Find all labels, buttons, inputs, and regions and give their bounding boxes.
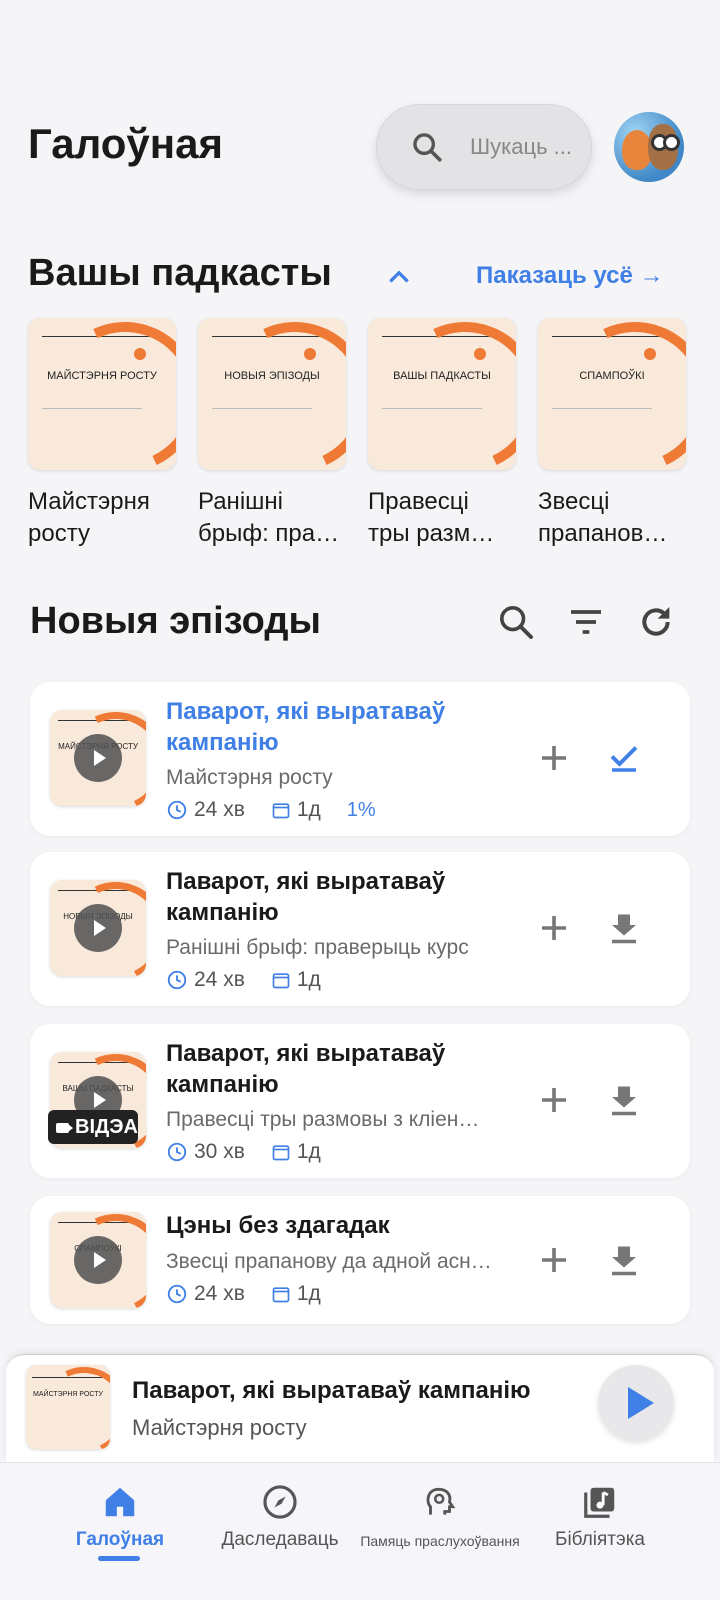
nav-explore-label: Даследаваць [221,1529,339,1550]
refresh-icon[interactable] [636,602,676,642]
episode-podcast: Майстэрня росту [166,766,333,789]
video-badge: ВІДЭА [48,1110,138,1144]
nav-home[interactable]: Галоўная [35,1483,205,1551]
search-placeholder: Шукаць ... [470,134,573,159]
play-button[interactable] [598,1365,674,1441]
owl-icon [648,124,680,170]
calendar-icon [272,1287,290,1303]
calendar-icon [272,1145,290,1161]
filter-icon[interactable] [566,602,606,642]
search-icon[interactable] [496,602,536,642]
podcast-name: Звесці прапанов… [538,488,668,547]
episode-duration: 30 хв [194,1140,245,1163]
calendar-icon [272,803,290,819]
episode-card[interactable]: СПАМПОЎКІ Цэны без здагадак Звесці прапа… [30,1196,690,1324]
podcast-card[interactable]: СПАМПОЎКІ Звесці прапанов… [538,318,688,550]
episode-duration: 24 хв [194,798,245,821]
podcast-cover: СПАМПОЎКІ [538,318,686,470]
podcast-name: Ранішні брыф: пра… [198,488,340,547]
episode-duration: 24 хв [194,968,245,991]
podcasts-section-title: Вашы падкасты [28,252,332,294]
podcast-cover: ВАШЫ ПАДКАСТЫ [368,318,516,470]
nav-library-label: Бібліятэка [554,1529,645,1550]
nav-memory[interactable]: Памяць праслухоўвання [355,1483,525,1549]
video-camera-icon [56,1123,73,1133]
clock-icon [167,1142,187,1162]
episode-podcast: Ранішні брыф: праверыць курс [166,936,469,959]
player-podcast: Майстэрня росту [132,1415,307,1440]
episode-age: 1д [296,1282,321,1305]
chevron-up-icon[interactable] [386,266,412,286]
episode-thumbnail: МАЙСТЭРНЯ РОСТУ [50,710,146,806]
search-icon [413,133,442,162]
episode-title: Паварот, які выратаваў кампанію [166,868,446,926]
player-title: Паварот, які выратаваў кампанію [132,1377,531,1404]
compass-icon [263,1485,297,1519]
episode-age: 1д [296,798,321,821]
play-icon[interactable] [74,904,122,952]
episode-age: 1д [296,968,321,991]
episode-podcast: Звесці прапанову да адной асн… [166,1250,492,1273]
page-title: Галоўная [28,120,223,167]
player-thumbnail: МАЙСТЭРНЯ РОСТУ [26,1365,110,1449]
calendar-icon [272,973,290,989]
episode-meta: 24 хв 1д [166,968,347,992]
play-icon[interactable] [74,734,122,782]
episode-title: Паварот, які выратаваў кампанію [166,698,446,756]
episode-duration: 24 хв [194,1282,245,1305]
show-all-link[interactable]: Паказаць усё → [476,262,664,290]
cover-title: НОВЫЯ ЭПІЗОДЫ [224,370,320,382]
clock-icon [167,800,187,820]
podcasts-row: МАЙСТЭРНЯ РОСТУ Майстэрня росту НОВЫЯ ЭПІ… [28,318,720,558]
podcast-cover: НОВЫЯ ЭПІЗОДЫ [198,318,346,470]
episode-progress: 1% [346,798,376,821]
nav-memory-label: Памяць праслухоўвання [360,1533,520,1549]
download-icon[interactable] [606,910,642,946]
cover-title: СПАМПОЎКІ [579,370,645,382]
podcast-card[interactable]: НОВЫЯ ЭПІЗОДЫ Ранішні брыф: пра… [198,318,348,550]
clock-icon [167,970,187,990]
download-icon[interactable] [606,1242,642,1278]
library-music-icon [584,1487,615,1518]
episode-card[interactable]: ВАШЫ ПАДКАСТЫ ВІДЭА Паварот, які выратав… [30,1024,690,1178]
episode-title: Цэны без здагадак [166,1212,390,1239]
header: Галоўная Шукаць ... [0,100,720,196]
podcast-name: Майстэрня росту [28,488,150,547]
episode-thumbnail: СПАМПОЎКІ [50,1212,146,1308]
add-to-queue-icon[interactable] [536,740,572,776]
episode-thumbnail: НОВЫЯ ЭПІЗОДЫ [50,880,146,976]
episode-meta: 30 хв 1д [166,1140,347,1164]
bottom-nav: Галоўная Даследаваць Памяць праслухоўван… [0,1462,720,1600]
nav-explore[interactable]: Даследаваць [195,1483,365,1551]
episode-meta: 24 хв 1д 1% [166,798,376,822]
episode-card[interactable]: МАЙСТЭРНЯ РОСТУ Паварот, які выратаваўка… [30,682,690,836]
podcast-card[interactable]: ВАШЫ ПАДКАСТЫ Правесці тры разм… [368,318,518,550]
clock-icon [167,1284,187,1304]
check-icon[interactable] [606,740,642,776]
podcast-card[interactable]: МАЙСТЭРНЯ РОСТУ Майстэрня росту [28,318,178,550]
nav-active-indicator [98,1556,140,1561]
podcast-name: Правесці тры разм… [368,488,495,547]
add-to-queue-icon[interactable] [536,910,572,946]
download-icon[interactable] [606,1082,642,1118]
add-to-queue-icon[interactable] [536,1082,572,1118]
episode-meta: 24 хв 1д [166,1282,347,1306]
home-icon [105,1487,135,1517]
cover-title: ВАШЫ ПАДКАСТЫ [393,370,491,382]
head-gear-icon [426,1487,456,1515]
play-icon[interactable] [74,1236,122,1284]
episode-title: Паварот, які выратаваў кампанію [166,1040,446,1098]
podcast-cover: МАЙСТЭРНЯ РОСТУ [28,318,176,470]
add-to-queue-icon[interactable] [536,1242,572,1278]
episode-podcast: Правесці тры размовы з кліен… [166,1108,480,1131]
avatar[interactable] [614,112,684,182]
search-input[interactable]: Шукаць ... [376,104,592,190]
episodes-section-title: Новыя эпізоды [30,600,321,642]
episode-card[interactable]: НОВЫЯ ЭПІЗОДЫ Паварот, які выратаваўкамп… [30,852,690,1006]
episode-age: 1д [296,1140,321,1163]
nav-library[interactable]: Бібліятэка [515,1483,685,1551]
mini-player[interactable]: МАЙСТЭРНЯ РОСТУ Паварот, які выратаваў к… [6,1354,714,1462]
nav-home-label: Галоўная [75,1529,165,1550]
cover-title: МАЙСТЭРНЯ РОСТУ [47,370,157,382]
